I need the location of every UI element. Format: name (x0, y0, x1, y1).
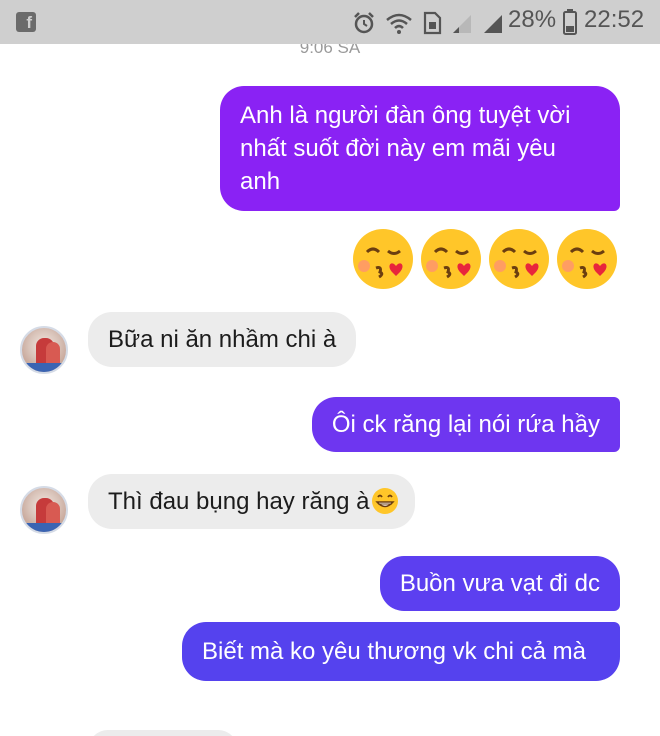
avatar-base (22, 363, 66, 372)
signal-icon (453, 15, 471, 33)
status-icons (352, 9, 504, 37)
message-timestamp: 9:06 SA (299, 44, 361, 57)
alarm-icon (354, 12, 374, 34)
outgoing-message[interactable]: Ôi ck răng lại nói rứa hầy (311, 397, 620, 452)
sim-icon (423, 11, 442, 35)
outgoing-message[interactable]: Anh là người đàn ông tuyệt vời nhất suốt… (220, 86, 620, 211)
avatar-base (22, 523, 66, 532)
battery-icon (563, 9, 577, 35)
clock: 22:52 (584, 6, 645, 33)
outgoing-emoji-message[interactable] (350, 226, 620, 292)
contact-avatar[interactable] (20, 326, 68, 374)
chat-thread[interactable]: 9:06 SA Anh là người đàn ông tuyệt vời n… (0, 44, 660, 736)
facebook-icon: f (16, 12, 36, 32)
incoming-message-text: Thì đau bụng hay răng à (108, 488, 370, 515)
face-blowing-kiss-icon (557, 229, 617, 289)
incoming-message-partial[interactable] (88, 730, 238, 736)
incoming-message[interactable]: Bữa ni ăn nhầm chi à (88, 312, 357, 367)
face-blowing-kiss-icon (421, 229, 481, 289)
contact-avatar[interactable] (20, 486, 68, 534)
outgoing-message[interactable]: Buồn vưa vạt đi dc (379, 556, 620, 611)
grinning-face-icon (371, 488, 398, 514)
face-blowing-kiss-icon (489, 229, 549, 289)
wifi-icon (386, 13, 412, 34)
face-blowing-kiss-icon (353, 229, 413, 289)
outgoing-message[interactable]: Biết mà ko yêu thương vk chi cả mà (182, 622, 620, 681)
status-bar: f 28% 22:52 (0, 0, 660, 44)
incoming-message[interactable]: Thì đau bụng hay răng à (88, 474, 415, 529)
battery-percent: 28% (508, 6, 557, 33)
signal-icon (484, 15, 502, 33)
